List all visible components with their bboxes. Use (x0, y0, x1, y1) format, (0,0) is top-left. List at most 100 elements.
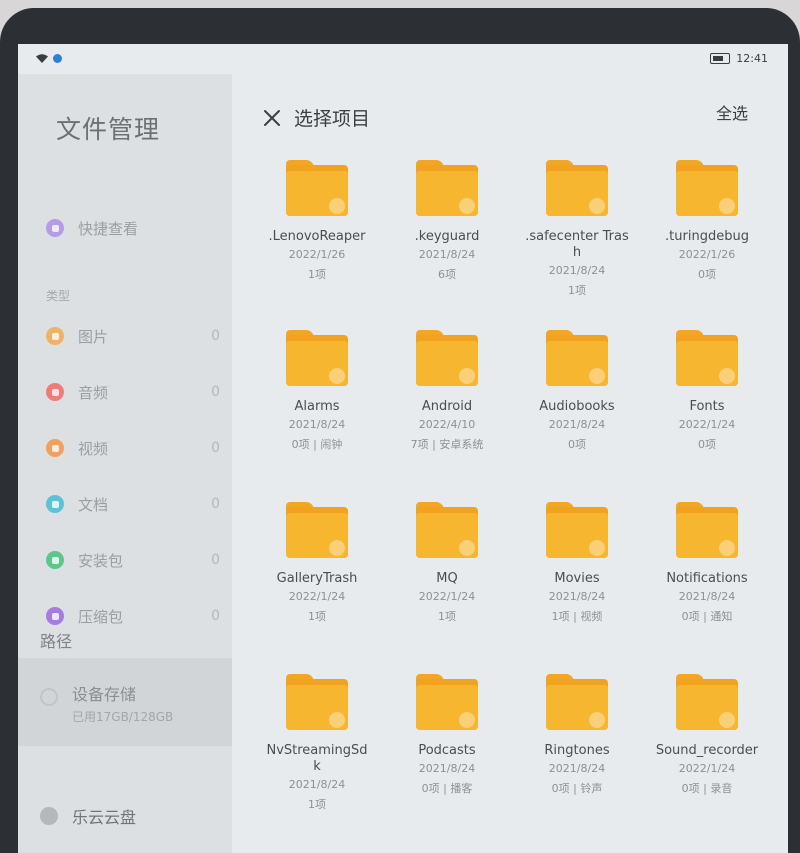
folder-icon (416, 160, 478, 216)
select-circle-icon[interactable] (589, 198, 605, 214)
storage-usage: 已用17GB/128GB (72, 710, 174, 724)
folder-name: Podcasts (418, 743, 476, 758)
folder-info: 7项 | 安卓系统 (410, 438, 484, 451)
cloud-icon (40, 807, 58, 825)
sidebar-item-label: 安装包 (78, 551, 124, 570)
sidebar-item-apk[interactable]: 安装包 0 (46, 544, 226, 576)
folder-name: .safecenter Trash (525, 229, 629, 260)
folder-icon (676, 674, 738, 730)
folder-info: 1项 (438, 610, 456, 623)
folder-item[interactable]: Notifications 2021/8/24 0项 | 通知 (648, 502, 766, 624)
folder-item[interactable]: MQ 2022/1/24 1项 (388, 502, 506, 624)
select-circle-icon[interactable] (329, 368, 345, 384)
sidebar-item-count: 0 (211, 552, 220, 568)
select-circle-icon[interactable] (329, 540, 345, 556)
select-circle-icon[interactable] (459, 712, 475, 728)
sidebar-item-documents[interactable]: 文档 0 (46, 488, 226, 520)
folder-item[interactable]: Android 2022/4/10 7项 | 安卓系统 (388, 330, 506, 452)
document-icon (46, 495, 64, 513)
sidebar-item-images[interactable]: 图片 0 (46, 320, 226, 352)
folder-date: 2022/1/24 (288, 590, 346, 603)
folder-name: Sound_recorder (655, 743, 759, 758)
folder-name: GalleryTrash (276, 571, 358, 586)
select-circle-icon[interactable] (329, 712, 345, 728)
select-circle-icon[interactable] (589, 712, 605, 728)
select-circle-icon[interactable] (329, 198, 345, 214)
folder-date: 2021/8/24 (678, 590, 736, 603)
sidebar-item-count: 0 (211, 328, 220, 344)
folder-icon (286, 502, 348, 558)
folder-item[interactable]: GalleryTrash 2022/1/24 1项 (258, 502, 376, 624)
select-circle-icon[interactable] (459, 540, 475, 556)
folder-icon (546, 160, 608, 216)
sidebar-item-label: 文档 (78, 495, 109, 514)
folder-item[interactable]: Ringtones 2021/8/24 0项 | 铃声 (518, 674, 636, 796)
folder-date: 2021/8/24 (548, 264, 606, 277)
folder-date: 2021/8/24 (418, 762, 476, 775)
storage-name: 设备存储 (72, 685, 137, 704)
select-circle-icon[interactable] (719, 368, 735, 384)
folder-date: 2022/1/24 (678, 418, 736, 431)
folder-item[interactable]: Movies 2021/8/24 1项 | 视频 (518, 502, 636, 624)
folder-item[interactable]: Fonts 2022/1/24 0项 (648, 330, 766, 452)
sidebar-item-label: 视频 (78, 439, 109, 458)
folder-item[interactable]: NvStreamingSdk 2021/8/24 1项 (258, 674, 376, 812)
folder-date: 2022/1/26 (678, 248, 736, 261)
folder-item[interactable]: Alarms 2021/8/24 0项 | 闹钟 (258, 330, 376, 452)
sidebar: 文件管理 快捷查看 类型 图片 0 音频 0 视频 0 文档 0 安装包 0 压… (18, 74, 232, 853)
folder-info: 1项 | 视频 (551, 610, 603, 623)
sidebar-item-label: 快捷查看 (78, 219, 139, 238)
main-content: 选择项目 全选 .LenovoReaper 2022/1/26 1项 .keyguar… (232, 74, 788, 853)
folder-name: Notifications (666, 571, 748, 586)
image-icon (46, 327, 64, 345)
folder-info: 0项 (698, 438, 716, 451)
folder-item[interactable]: .keyguard 2021/8/24 6项 (388, 160, 506, 282)
select-circle-icon[interactable] (589, 540, 605, 556)
folder-info: 0项 | 闹钟 (291, 438, 343, 451)
archive-icon (46, 607, 64, 625)
tablet-screen: 12:41 文件管理 快捷查看 类型 图片 0 音频 0 视频 0 文档 0 安… (18, 44, 788, 853)
sidebar-item-label: 图片 (78, 327, 109, 346)
folder-info: 0项 | 录音 (681, 782, 733, 795)
sidebar-item-audio[interactable]: 音频 0 (46, 376, 226, 408)
folder-item[interactable]: .turingdebug 2022/1/26 0项 (648, 160, 766, 282)
sidebar-item-device-storage[interactable]: 设备存储 已用17GB/128GB (18, 658, 232, 746)
select-circle-icon[interactable] (719, 712, 735, 728)
folder-name: Android (421, 399, 473, 414)
page-title: 选择项目 (294, 108, 371, 130)
folder-icon (676, 502, 738, 558)
select-all-button[interactable]: 全选 (716, 100, 748, 124)
sidebar-item-quick-view[interactable]: 快捷查看 (46, 212, 226, 244)
close-icon[interactable] (262, 108, 282, 128)
folder-name: .LenovoReaper (268, 229, 366, 244)
folder-icon (286, 674, 348, 730)
folder-item[interactable]: Sound_recorder 2022/1/24 0项 | 录音 (648, 674, 766, 796)
sidebar-item-archives[interactable]: 压缩包 0 (46, 600, 226, 632)
select-circle-icon[interactable] (589, 368, 605, 384)
folder-item[interactable]: Audiobooks 2021/8/24 0项 (518, 330, 636, 452)
folder-icon (676, 160, 738, 216)
folder-icon (546, 330, 608, 386)
sidebar-item-label: 音频 (78, 383, 109, 402)
notification-icon (53, 54, 62, 63)
folder-date: 2021/8/24 (548, 590, 606, 603)
folder-icon (416, 330, 478, 386)
select-circle-icon[interactable] (719, 198, 735, 214)
folder-icon (546, 502, 608, 558)
folder-item[interactable]: .LenovoReaper 2022/1/26 1项 (258, 160, 376, 282)
folder-name: Audiobooks (539, 399, 615, 414)
sidebar-item-video[interactable]: 视频 0 (46, 432, 226, 464)
folder-name: .turingdebug (665, 229, 749, 244)
select-circle-icon[interactable] (459, 198, 475, 214)
select-circle-icon[interactable] (459, 368, 475, 384)
folder-date: 2022/1/26 (288, 248, 346, 261)
category-header: 类型 (46, 289, 71, 303)
folder-item[interactable]: .safecenter Trash 2021/8/24 1项 (518, 160, 636, 298)
folder-item[interactable]: Podcasts 2021/8/24 0项 | 播客 (388, 674, 506, 796)
folder-icon (286, 330, 348, 386)
battery-icon (710, 53, 731, 64)
select-circle-icon[interactable] (719, 540, 735, 556)
folder-date: 2022/1/24 (418, 590, 476, 603)
folder-info: 1项 (308, 610, 326, 623)
sidebar-item-cloud[interactable]: 乐云云盘 (40, 804, 136, 828)
